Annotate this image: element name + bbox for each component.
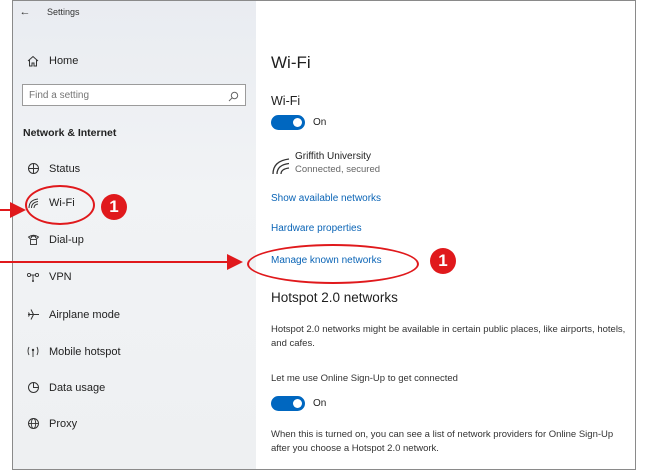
sidebar-item-mobile-hotspot[interactable]: Mobile hotspot — [13, 345, 256, 358]
show-available-networks-link[interactable]: Show available networks — [271, 193, 381, 204]
sidebar-item-dialup[interactable]: Dial-up — [13, 233, 256, 246]
annotation-marker-2: 1 — [430, 248, 456, 274]
dialup-icon — [23, 233, 43, 246]
vpn-icon — [23, 271, 43, 283]
sidebar-item-data-usage[interactable]: Data usage — [13, 381, 256, 394]
proxy-icon — [23, 417, 43, 430]
hotspot-description: Hotspot 2.0 networks might be available … — [271, 324, 626, 349]
wifi-heading: Wi-Fi — [271, 94, 301, 108]
annotation-circle-wifi — [25, 185, 95, 225]
wifi-toggle[interactable] — [271, 115, 305, 130]
wifi-toggle-row: On — [271, 115, 326, 130]
toggle-knob — [293, 399, 302, 408]
main-content: Wi-Fi Wi-Fi On Griffith University Conne… — [256, 1, 635, 469]
signup-footer: When this is turned on, you can see a li… — [271, 429, 614, 454]
sidebar-item-label: Status — [49, 162, 81, 175]
status-icon — [23, 162, 43, 175]
home-icon — [23, 55, 43, 67]
back-arrow-icon[interactable]: ← — [13, 6, 37, 18]
hotspot-heading: Hotspot 2.0 networks — [271, 290, 398, 305]
network-status: Connected, secured — [295, 164, 381, 175]
signup-toggle[interactable] — [271, 396, 305, 411]
network-details: Griffith University Connected, secured — [295, 151, 380, 175]
sidebar: ← Settings Home Network & Internet Statu… — [13, 1, 256, 469]
settings-window: ← Settings Home Network & Internet Statu… — [12, 0, 636, 470]
sidebar-item-label: Dial-up — [49, 233, 84, 246]
sidebar-item-label: Data usage — [49, 381, 106, 394]
hardware-properties-link[interactable]: Hardware properties — [271, 223, 362, 234]
search-icon[interactable] — [228, 89, 239, 107]
title-bar: ← Settings — [13, 1, 256, 23]
section-title: Network & Internet — [23, 127, 117, 139]
sidebar-item-label: Airplane mode — [49, 308, 120, 321]
hotspot-icon — [23, 345, 43, 358]
signup-toggle-state: On — [313, 398, 327, 409]
signup-toggle-row: On — [271, 396, 326, 411]
wifi-toggle-state: On — [313, 117, 327, 128]
sidebar-item-status[interactable]: Status — [13, 162, 256, 175]
signup-label: Let me use Online Sign-Up to get connect… — [271, 373, 458, 384]
annotation-circle-manage — [247, 244, 419, 284]
wifi-signal-icon — [271, 157, 291, 180]
sidebar-item-label: Proxy — [49, 417, 78, 430]
sidebar-item-vpn[interactable]: VPN — [13, 271, 256, 283]
data-usage-icon — [23, 381, 43, 394]
connected-network[interactable]: Griffith University Connected, secured — [271, 151, 380, 180]
network-name: Griffith University — [295, 151, 371, 162]
sidebar-item-airplane-mode[interactable]: Airplane mode — [13, 308, 256, 321]
sidebar-item-label: VPN — [49, 271, 72, 283]
annotation-marker-1: 1 — [101, 194, 127, 220]
page-title: Wi-Fi — [271, 53, 311, 72]
search-box[interactable] — [22, 84, 246, 106]
sidebar-item-label: Mobile hotspot — [49, 345, 121, 358]
toggle-knob — [293, 118, 302, 127]
airplane-icon — [23, 308, 43, 321]
sidebar-item-label: Home — [49, 55, 79, 67]
window-title: Settings — [47, 7, 80, 17]
sidebar-item-proxy[interactable]: Proxy — [13, 417, 256, 430]
search-input[interactable] — [29, 89, 219, 101]
sidebar-item-home[interactable]: Home — [13, 55, 256, 67]
